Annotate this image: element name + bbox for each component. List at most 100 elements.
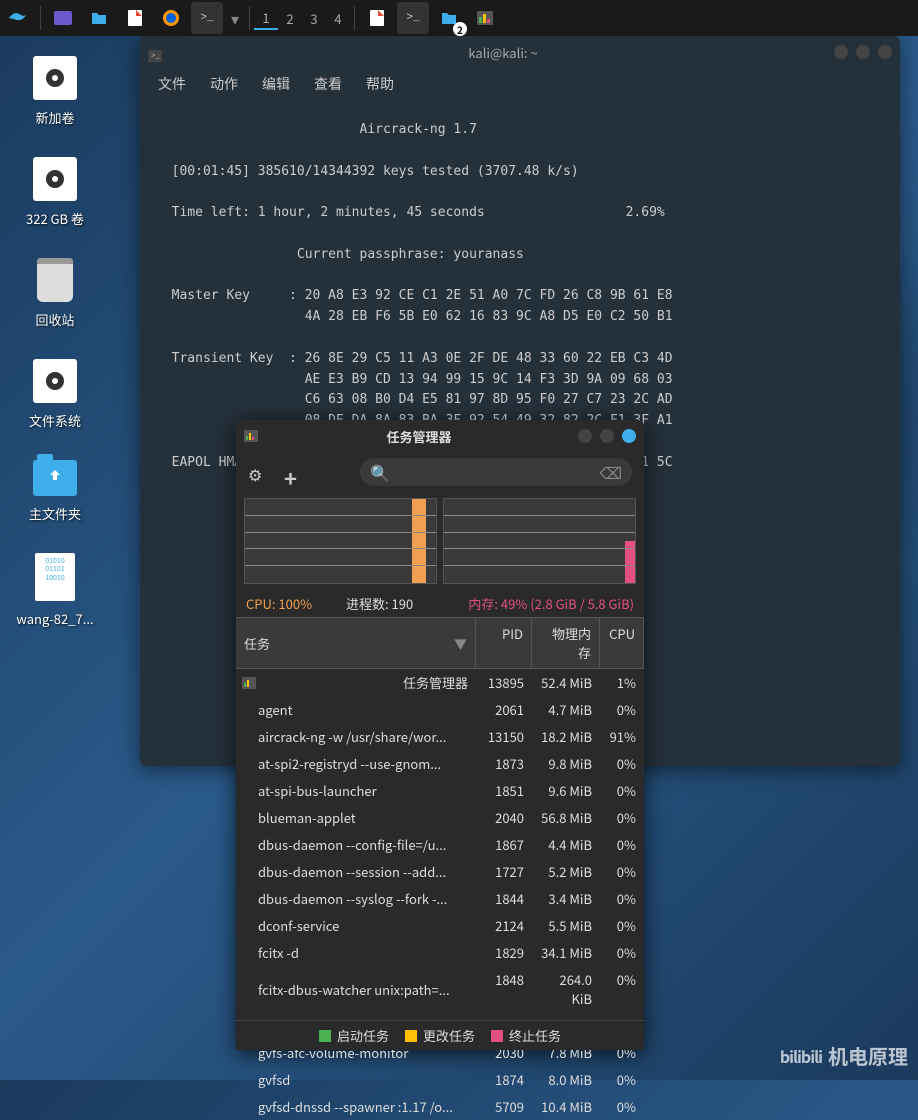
desktop-icon-文件系统[interactable]: 文件系统 [10, 359, 100, 430]
workspace-2[interactable]: 2 [278, 6, 302, 30]
running-terminal-icon[interactable]: >_ [397, 2, 429, 34]
task-mem: 264.0 KiB [532, 969, 600, 1009]
task-mem: 5.2 MiB [532, 861, 600, 882]
process-row[interactable]: blueman-applet204056.8 MiB0% [236, 804, 644, 831]
task-pid: 1727 [476, 861, 532, 882]
task-name: 任务管理器 [236, 672, 476, 693]
desktop-icon-新加卷[interactable]: 新加卷 [10, 56, 100, 127]
desktop-icon-回收站[interactable]: 回收站 [10, 258, 100, 329]
task-manager-window: 任务管理器 ⚙ + 🔍 ⌫ CPU: [236, 420, 644, 1050]
terminal-dropdown-icon[interactable]: ▾ [227, 2, 243, 34]
task-cpu: 0% [600, 969, 644, 1009]
kali-menu-icon[interactable] [2, 2, 34, 34]
task-name: at-spi-bus-launcher [236, 780, 476, 801]
legend-更改任务: 更改任务 [405, 1026, 475, 1045]
task-cpu: 0% [600, 915, 644, 936]
menu-查看[interactable]: 查看 [304, 70, 352, 98]
add-icon[interactable]: + [284, 462, 304, 482]
search-icon: 🔍 [370, 460, 390, 484]
process-row[interactable]: aircrack-ng -w /usr/share/wor...1315018.… [236, 723, 644, 750]
running-files-icon[interactable]: 2 [433, 2, 465, 34]
task-pid: 1851 [476, 780, 532, 801]
icon-label: 主文件夹 [10, 504, 100, 523]
search-box[interactable]: 🔍 ⌫ [360, 458, 632, 486]
task-cpu: 0% [600, 807, 644, 828]
badge-count: 2 [453, 22, 467, 36]
process-row[interactable]: at-spi2-registryd --use-gnom...18739.8 M… [236, 750, 644, 777]
taskbar: >_ ▾ 1234 >_ 2 [0, 0, 918, 36]
icon-label: 回收站 [10, 310, 100, 329]
menu-文件[interactable]: 文件 [148, 70, 196, 98]
settings-icon[interactable]: ⚙ [248, 462, 268, 482]
minimize-button[interactable] [834, 45, 848, 59]
maximize-button[interactable] [856, 45, 870, 59]
task-pid: 1867 [476, 834, 532, 855]
task-name: fcitx -d [236, 942, 476, 963]
workspace-4[interactable]: 4 [326, 6, 350, 30]
col-task-header[interactable]: 任务▼ [236, 618, 476, 668]
col-cpu-header[interactable]: CPU [600, 618, 644, 668]
taskmgr-titlebar[interactable]: 任务管理器 [236, 420, 644, 452]
taskmgr-title-icon [244, 424, 260, 448]
cpu-stat: CPU: 100% [246, 594, 346, 613]
terminal-title-icon: >_ [148, 44, 164, 60]
process-row[interactable]: dbus-daemon --session --add...17275.2 Mi… [236, 858, 644, 885]
taskmgr-close-button[interactable] [622, 429, 636, 443]
firefox-icon[interactable] [155, 2, 187, 34]
watermark: bilibili 机电原理 [780, 1041, 908, 1070]
task-pid: 2124 [476, 915, 532, 936]
process-row[interactable]: agent20614.7 MiB0% [236, 696, 644, 723]
process-row[interactable]: dbus-daemon --config-file=/u...18674.4 M… [236, 831, 644, 858]
legend-启动任务: 启动任务 [319, 1026, 389, 1045]
task-mem: 10.4 MiB [532, 1096, 600, 1117]
menu-帮助[interactable]: 帮助 [356, 70, 404, 98]
task-cpu: 0% [600, 699, 644, 720]
icon-label: 322 GB 卷 [10, 209, 100, 228]
task-cpu: 0% [600, 1096, 644, 1117]
task-name: dbus-daemon --config-file=/u... [236, 834, 476, 855]
clear-search-icon[interactable]: ⌫ [599, 460, 622, 484]
terminal-menubar: 文件动作编辑查看帮助 [140, 68, 900, 100]
table-header: 任务▼ PID 物理内存 CPU [236, 617, 644, 669]
col-pid-header[interactable]: PID [476, 618, 532, 668]
bilibili-logo: bilibili [780, 1044, 822, 1068]
close-button[interactable] [878, 45, 892, 59]
taskmgr-minimize-button[interactable] [578, 429, 592, 443]
desktop-icon-主文件夹[interactable]: 主文件夹 [10, 460, 100, 523]
process-row[interactable]: fcitx-dbus-watcher unix:path=...1848264.… [236, 966, 644, 1012]
task-name: fcitx-dbus-watcher unix:path=... [236, 969, 476, 1009]
task-cpu: 0% [600, 888, 644, 909]
col-mem-header[interactable]: 物理内存 [532, 618, 600, 668]
process-row[interactable]: dbus-daemon --syslog --fork -...18443.4 … [236, 885, 644, 912]
task-pid: 2061 [476, 699, 532, 720]
menu-编辑[interactable]: 编辑 [252, 70, 300, 98]
file-manager-icon[interactable] [83, 2, 115, 34]
terminal-titlebar[interactable]: >_ kali@kali: ~ [140, 36, 900, 68]
process-row[interactable]: at-spi-bus-launcher18519.6 MiB0% [236, 777, 644, 804]
terminal-launcher-icon[interactable]: >_ [191, 2, 223, 34]
workspace-3[interactable]: 3 [302, 6, 326, 30]
process-row[interactable]: 任务管理器1389552.4 MiB1% [236, 669, 644, 696]
task-mem: 18.2 MiB [532, 726, 600, 747]
desktop-icon-322 GB 卷[interactable]: 322 GB 卷 [10, 157, 100, 228]
task-mem: 52.4 MiB [532, 672, 600, 693]
task-cpu: 91% [600, 726, 644, 747]
task-name: at-spi2-registryd --use-gnom... [236, 753, 476, 774]
process-row[interactable]: gvfsd-dnssd --spawner :1.17 /o...570910.… [236, 1093, 644, 1120]
taskmgr-maximize-button[interactable] [600, 429, 614, 443]
text-editor-icon[interactable] [119, 2, 151, 34]
task-pid: 1844 [476, 888, 532, 909]
process-row[interactable]: dconf-service21245.5 MiB0% [236, 912, 644, 939]
task-name: gvfsd-dnssd --spawner :1.17 /o... [236, 1096, 476, 1117]
show-desktop-icon[interactable] [47, 2, 79, 34]
icon-label: 文件系统 [10, 411, 100, 430]
search-input[interactable] [396, 463, 599, 482]
watermark-text: 机电原理 [828, 1041, 908, 1070]
process-row[interactable]: fcitx -d182934.1 MiB0% [236, 939, 644, 966]
running-taskmgr-icon[interactable] [469, 2, 501, 34]
menu-动作[interactable]: 动作 [200, 70, 248, 98]
workspace-1[interactable]: 1 [254, 6, 278, 30]
running-app-1-icon[interactable] [361, 2, 393, 34]
desktop-icon-wang-82_7...[interactable]: 010100110110010wang-82_7... [10, 553, 100, 628]
task-cpu: 0% [600, 861, 644, 882]
